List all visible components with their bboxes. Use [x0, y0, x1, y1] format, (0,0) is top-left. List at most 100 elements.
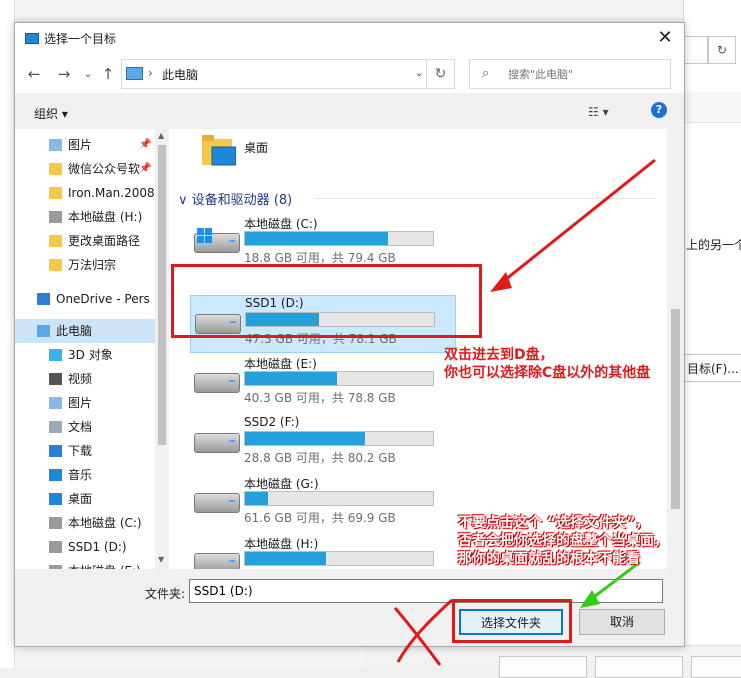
refresh-icon[interactable]: ↻	[426, 60, 454, 88]
sidebar-item-label: OneDrive - Pers	[56, 292, 150, 306]
windows-logo-pane	[197, 236, 204, 243]
sidebar-item-label: 图片	[68, 138, 93, 152]
sidebar-item-icon	[49, 349, 62, 361]
background-button-2[interactable]	[595, 656, 683, 678]
cancel-button[interactable]: 取消	[579, 609, 665, 635]
sidebar-item-label: 微信公众号软	[68, 162, 141, 176]
annotation-note-warning: 不要点击这个 “选择文件夹”， 否者会把你选择的盘整个当桌面， 那你的桌面就乱的…	[458, 514, 668, 568]
sidebar-item-icon	[49, 445, 62, 457]
navigation-scrollbar[interactable]: ▲ ▼	[155, 129, 169, 569]
sidebar-item[interactable]: 图片	[15, 391, 155, 415]
annotation-note-line: 双击进去到D盘，	[444, 347, 554, 363]
background-text-1: 上的另一个	[686, 238, 741, 252]
group-divider	[316, 198, 656, 199]
drive-led	[229, 560, 235, 562]
drive-item[interactable]: SSD2 (F:) 28.8 GB 可用，共 80.2 GB	[190, 415, 454, 471]
hard-drive-icon	[194, 228, 240, 253]
sidebar-item[interactable]: 此电脑	[15, 319, 155, 343]
sidebar-item-label: 此电脑	[56, 324, 93, 338]
pin-icon[interactable]: 📌	[139, 157, 151, 181]
help-icon[interactable]: ?	[651, 102, 667, 118]
sidebar-item[interactable]: 文档	[15, 415, 155, 439]
desktop-folder-label[interactable]: 桌面	[244, 139, 268, 156]
sidebar-item-label: 3D 对象	[68, 348, 113, 362]
sidebar-item-label: 视频	[68, 372, 93, 386]
background-target-button[interactable]: 目标(F)...	[684, 354, 741, 382]
drive-led	[229, 380, 235, 382]
navigation-pane: 图片 📌 微信公众号软 📌 Iron.Man.2008 本地磁盘 (H:) 更改桌面路径 万法…	[15, 129, 155, 569]
drive-item[interactable]: 本地磁盘 (C:) 18.8 GB 可用，共 79.4 GB	[190, 215, 454, 271]
devices-group-header[interactable]: ∨ 设备和驱动器 (8)	[178, 189, 292, 208]
drive-usage-fill	[245, 372, 338, 385]
drive-item[interactable]: 本地磁盘 (H:)57.3 GB 可用，共 99.9 GB	[190, 535, 454, 569]
address-dropdown-icon[interactable]: ⌄	[415, 66, 424, 79]
sidebar-item-icon	[37, 293, 50, 305]
scroll-down-icon[interactable]: ▼	[158, 555, 164, 564]
sidebar-item[interactable]: 3D 对象	[15, 343, 155, 367]
sidebar-item[interactable]: 本地磁盘 (C:)	[15, 511, 155, 535]
close-icon[interactable]: ✕	[654, 27, 676, 49]
sidebar-item-label: SSD1 (D:)	[68, 540, 127, 554]
sidebar-item[interactable]: 图片 📌	[15, 133, 155, 157]
sidebar-item[interactable]: SSD1 (D:)	[15, 535, 155, 559]
windows-logo-icon	[197, 228, 213, 244]
drive-item[interactable]: 本地磁盘 (E:) 40.3 GB 可用，共 78.8 GB	[190, 355, 454, 411]
sidebar-item[interactable]: 音乐	[15, 463, 155, 487]
desktop-folder-icon[interactable]	[200, 131, 236, 169]
drive-space-info: 28.8 GB 可用，共 80.2 GB	[244, 451, 396, 465]
forward-arrow-icon[interactable]: →	[55, 65, 73, 83]
sidebar-item-icon	[49, 373, 62, 385]
background-button-3[interactable]	[691, 656, 741, 678]
drive-item[interactable]: 本地磁盘 (G:) 61.6 GB 可用，共 69.9 GB	[190, 475, 454, 531]
recent-locations-icon[interactable]: ⌄	[79, 65, 97, 83]
sidebar-item[interactable]: 桌面	[15, 487, 155, 511]
sidebar-item[interactable]: 视频	[15, 367, 155, 391]
content-scroll-thumb[interactable]	[671, 309, 680, 509]
sidebar-item-icon	[49, 211, 62, 223]
up-arrow-icon[interactable]: ↑	[99, 65, 117, 83]
hard-drive-icon	[194, 433, 240, 453]
background-button-1[interactable]	[499, 656, 587, 678]
sidebar-item-icon	[37, 325, 50, 337]
drive-name: 本地磁盘 (H:)	[244, 537, 319, 551]
content-scrollbar[interactable]	[667, 129, 684, 569]
address-bar[interactable]: › 此电脑 ⌄ ↻	[121, 59, 455, 89]
sidebar-item-icon	[49, 187, 62, 199]
annotation-note-line: 否者会把你选择的盘整个当桌面，	[458, 533, 668, 549]
annotation-note-line: 那你的桌面就乱的根本不能看	[458, 551, 640, 567]
organize-button[interactable]: 组织 ▾	[34, 105, 68, 122]
drive-usage-fill	[245, 432, 366, 445]
sidebar-item[interactable]: 微信公众号软 📌	[15, 157, 155, 181]
sidebar-item[interactable]: 万法归宗	[15, 253, 155, 277]
drive-name: SSD2 (F:)	[244, 415, 300, 429]
windows-logo-pane	[205, 228, 212, 235]
sidebar-item-icon	[49, 517, 62, 529]
sidebar-item-icon	[49, 235, 62, 247]
pin-icon[interactable]: 📌	[139, 133, 151, 157]
windows-logo-pane	[197, 228, 204, 235]
search-box[interactable]: ⌕	[469, 59, 671, 89]
breadcrumb-this-pc[interactable]: 此电脑	[162, 66, 198, 83]
scroll-up-icon[interactable]: ▲	[158, 131, 164, 140]
background-refresh-button[interactable]: ↻	[708, 36, 736, 64]
sidebar-item[interactable]: 更改桌面路径	[15, 229, 155, 253]
sidebar-item[interactable]: OneDrive - Pers	[15, 287, 155, 311]
drive-usage-fill	[245, 492, 268, 505]
back-arrow-icon[interactable]: ←	[25, 65, 43, 83]
sidebar-item[interactable]: 下载	[15, 439, 155, 463]
sidebar-item[interactable]: 本地磁盘 (H:)	[15, 205, 155, 229]
hard-drive-icon	[194, 553, 240, 569]
background-dropdown[interactable]	[684, 36, 708, 64]
search-input[interactable]	[506, 64, 665, 84]
sidebar-item[interactable]: Iron.Man.2008	[15, 181, 155, 205]
view-options-button[interactable]: ☷ ▾	[588, 105, 609, 119]
annotation-note-line: 不要点击这个 “选择文件夹”，	[458, 515, 650, 531]
navigation-scroll-thumb[interactable]	[158, 145, 166, 445]
drive-led	[229, 500, 235, 502]
toolbar: 组织 ▾ ☷ ▾ ?	[15, 93, 684, 129]
folder-input[interactable]	[189, 579, 663, 603]
sidebar-item-icon	[49, 259, 62, 271]
drive-usage-fill	[245, 552, 326, 565]
sidebar-item-icon	[49, 421, 62, 433]
sidebar-item[interactable]: 本地磁盘 (E:)	[15, 559, 155, 569]
